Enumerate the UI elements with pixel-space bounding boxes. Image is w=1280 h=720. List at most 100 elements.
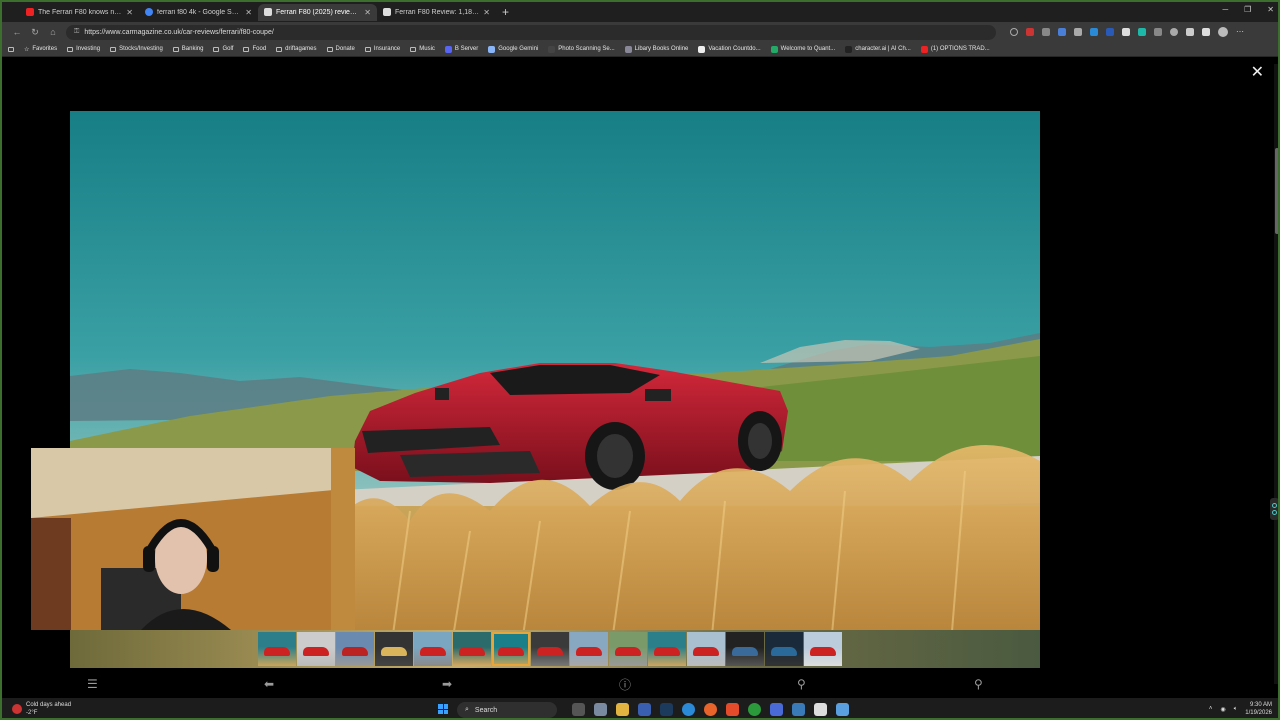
list-icon[interactable]: ☰ (87, 677, 98, 691)
back-icon[interactable]: ← (8, 27, 26, 37)
close-tab-icon[interactable]: ✕ (126, 8, 133, 17)
thumbnail[interactable] (453, 632, 491, 666)
minimize-icon[interactable]: ─ (1222, 5, 1228, 14)
thumbnail[interactable] (258, 632, 296, 666)
site-info-icon[interactable]: ⚿ (74, 28, 79, 36)
close-tab-icon[interactable]: ✕ (483, 8, 490, 17)
folder-icon (172, 46, 179, 52)
thumbnail[interactable] (297, 632, 335, 666)
steam-icon[interactable] (660, 703, 673, 716)
clock[interactable]: 9:30 AM 1/19/2026 (1245, 701, 1272, 717)
network-icon[interactable]: ◉ (1220, 706, 1225, 713)
settings-icon[interactable] (1202, 28, 1210, 36)
previous-arrow-icon[interactable]: ⬅ (264, 677, 274, 691)
extension-icon[interactable] (1122, 28, 1130, 36)
bookmark-item[interactable]: Banking (172, 46, 203, 52)
bookmark-favicon-icon (488, 45, 496, 53)
thumbnail[interactable] (687, 632, 725, 666)
bookmark-item[interactable]: ☆ Favorites (24, 46, 57, 53)
thumbnail[interactable] (648, 632, 686, 666)
settings-icon[interactable] (594, 703, 607, 716)
browser-tab[interactable]: The Ferrari F80 knows no limits - Y ✕ (20, 4, 139, 21)
next-arrow-icon[interactable]: ➡ (442, 677, 452, 691)
bookmark-item[interactable]: B Server (444, 45, 478, 53)
bookmark-item[interactable]: Welcome to Quant... (770, 45, 835, 53)
extension-icon[interactable] (1138, 28, 1146, 36)
chevron-up-icon[interactable]: ˄ (1209, 706, 1213, 712)
thumbnail[interactable] (765, 632, 803, 666)
edge-icon[interactable] (682, 703, 695, 716)
calculator-icon[interactable] (638, 703, 651, 716)
browser-tab[interactable]: Ferrari F80 Review: 1,183HP Hybri ✕ (377, 4, 496, 21)
thumbnail[interactable] (609, 632, 647, 666)
taskbar-search[interactable]: ⌕ Search (457, 702, 557, 718)
volume-icon[interactable]: 🔈︎ (1234, 706, 1238, 713)
thumbnail-selected[interactable] (492, 632, 530, 666)
extension-icon[interactable] (1186, 28, 1194, 36)
extension-icon[interactable] (1074, 28, 1082, 36)
zoom-out-icon[interactable]: ⚲ (974, 677, 983, 691)
thumbnail[interactable] (804, 632, 842, 666)
bookmark-item[interactable]: Libary Books Online (624, 45, 688, 53)
extension-icon[interactable] (1170, 28, 1178, 36)
bookmark-item[interactable]: character.ai | AI Ch... (845, 45, 911, 53)
extension-icon[interactable] (1042, 28, 1050, 36)
close-window-icon[interactable]: ✕ (1267, 5, 1274, 14)
thumbnail[interactable] (375, 632, 413, 666)
bookmark-item[interactable]: Google Gemini (488, 45, 538, 53)
bookmark-item[interactable]: Stocks/Investing (110, 46, 163, 52)
bookmark-item[interactable]: Investing (67, 46, 100, 52)
window-controls: ─ ❐ ✕ (1222, 5, 1274, 14)
file-explorer-icon[interactable] (616, 703, 629, 716)
zoom-in-icon[interactable]: ⚲ (797, 677, 806, 691)
firefox-icon[interactable] (704, 703, 717, 716)
notepad-icon[interactable] (836, 703, 849, 716)
bookmark-favicon-icon (920, 45, 928, 53)
refresh-icon[interactable]: ↻ (26, 27, 44, 38)
thumbnail[interactable] (414, 632, 452, 666)
weather-widget[interactable]: Cold days ahead -2°F (12, 701, 71, 717)
thumbnail[interactable] (570, 632, 608, 666)
thumbnail-car-shape (771, 647, 797, 656)
windows-start-icon[interactable] (438, 704, 448, 714)
store-icon[interactable] (770, 703, 783, 716)
extension-icon[interactable] (1090, 28, 1098, 36)
bookmark-item[interactable]: driftagames (276, 46, 317, 52)
profile-avatar-icon[interactable] (1218, 27, 1228, 37)
thumbnail[interactable] (531, 632, 569, 666)
brave-icon[interactable] (726, 703, 739, 716)
app-icon[interactable] (814, 703, 827, 716)
extension-icon[interactable] (1058, 28, 1066, 36)
side-widget[interactable] (1270, 498, 1278, 520)
thumbnail[interactable] (726, 632, 764, 666)
bookmark-item[interactable]: Insurance (364, 46, 400, 52)
scrollbar-thumb[interactable] (1275, 148, 1278, 234)
bookmarks-menu-icon[interactable] (8, 46, 14, 52)
task-view-icon[interactable] (572, 703, 585, 716)
url-input[interactable]: ⚿ https://www.carmagazine.co.uk/car-revi… (66, 24, 996, 40)
bookmark-item[interactable]: (1) OPTIONS TRAD... (920, 45, 990, 53)
favorite-star-icon[interactable] (1010, 28, 1018, 36)
new-tab-button[interactable]: + (502, 5, 509, 19)
menu-icon[interactable]: ⋯ (1236, 28, 1244, 36)
browser-tab[interactable]: ferrari f80 4k - Google Search ✕ (139, 4, 258, 21)
maximize-icon[interactable]: ❐ (1244, 5, 1251, 14)
xbox-icon[interactable] (748, 703, 761, 716)
bookmark-item[interactable]: Music (410, 46, 435, 52)
bookmark-item[interactable]: Vacation Countdo... (698, 45, 761, 53)
bookmark-item[interactable]: Donate (326, 46, 355, 52)
thumbnail[interactable] (336, 632, 374, 666)
extension-icon[interactable] (1026, 28, 1034, 36)
bookmark-item[interactable]: Food (243, 46, 266, 52)
close-tab-icon[interactable]: ✕ (245, 8, 252, 17)
browser-tab-active[interactable]: Ferrari F80 (2025) review: ferocio ✕ (258, 3, 377, 21)
home-icon[interactable]: ⌂ (44, 27, 62, 37)
close-tab-icon[interactable]: ✕ (364, 8, 371, 17)
extension-icon[interactable] (1154, 28, 1162, 36)
bookmark-item[interactable]: Golf (213, 46, 233, 52)
close-icon[interactable]: ✕ (1251, 62, 1264, 82)
extension-icon[interactable] (1106, 28, 1114, 36)
window-icon[interactable] (792, 703, 805, 716)
bookmark-item[interactable]: Photo Scanning Se... (548, 45, 615, 53)
info-icon[interactable]: ⓘ (619, 676, 631, 693)
